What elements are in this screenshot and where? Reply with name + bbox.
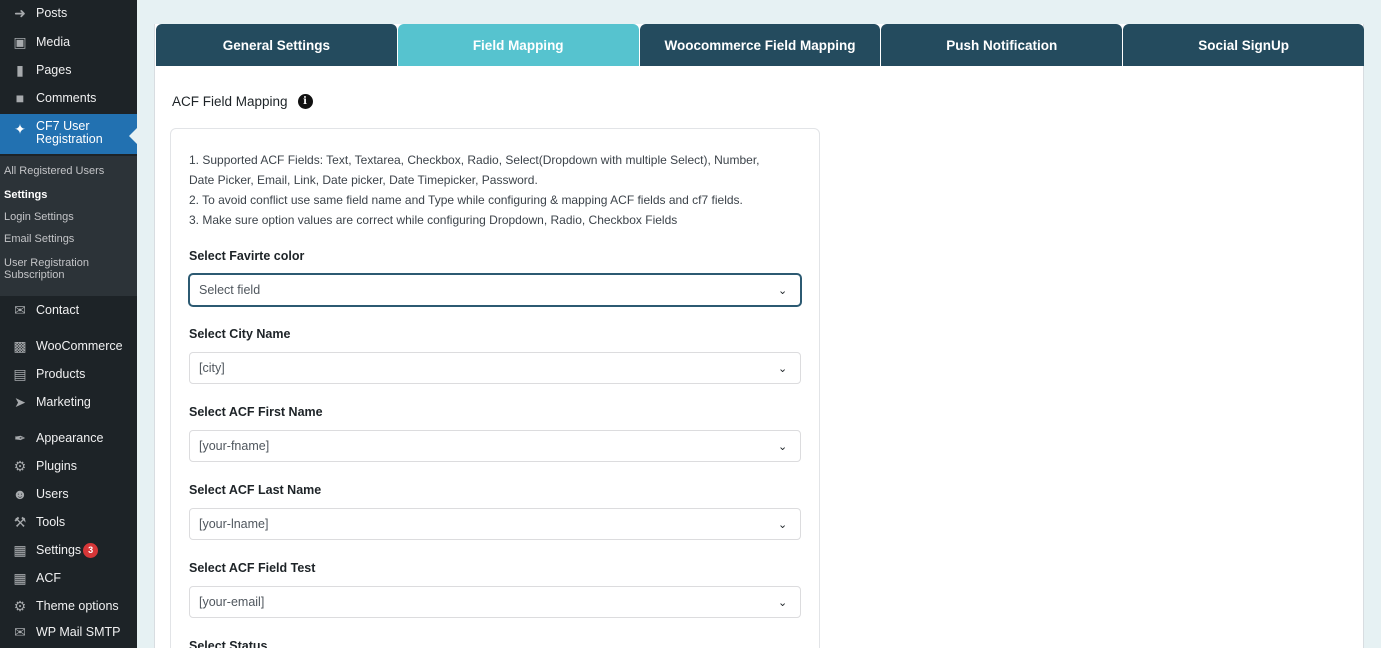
- acf-first-name-select[interactable]: [your-fname] ⌄: [189, 430, 801, 462]
- submenu-subscription-line1: User Registration: [4, 257, 89, 269]
- acf-field-test-select[interactable]: [your-email] ⌄: [189, 586, 801, 618]
- select-value: Select field: [199, 283, 261, 297]
- menu-contact[interactable]: ✉ Contact: [0, 296, 137, 324]
- field-label-acf-first-name: Select ACF First Name: [189, 405, 323, 419]
- wrench-icon: ⚒: [13, 513, 27, 530]
- supported-fields-notes: 1. Supported ACF Fields: Text, Textarea,…: [189, 150, 809, 230]
- info-icon[interactable]: i: [297, 94, 313, 109]
- select-value: [your-lname]: [199, 517, 269, 531]
- submenu-subscription-line2: Subscription: [4, 269, 65, 281]
- note-line: 2. To avoid conflict use same field name…: [189, 193, 743, 207]
- menu-comments[interactable]: ■ Comments: [0, 84, 137, 112]
- field-label-acf-field-test: Select ACF Field Test: [189, 561, 316, 575]
- active-menu-arrow: [129, 128, 137, 144]
- select-value: [city]: [199, 361, 225, 375]
- tab-general-settings[interactable]: General Settings: [156, 24, 397, 66]
- menu-media[interactable]: ▣ Media: [0, 28, 137, 56]
- note-line: 3. Make sure option values are correct w…: [189, 213, 678, 227]
- menu-appearance[interactable]: ✒ Appearance: [0, 424, 137, 452]
- settings-icon: ▦: [13, 541, 27, 558]
- woo-icon: ▩: [13, 337, 27, 354]
- menu-pages[interactable]: ▮ Pages: [0, 56, 137, 84]
- city-name-select[interactable]: [city] ⌄: [189, 352, 801, 384]
- megaphone-icon: ➤: [14, 393, 26, 410]
- brush-icon: ✒: [14, 429, 26, 446]
- submenu-all-registered-users[interactable]: All Registered Users: [4, 165, 104, 177]
- select-value: [your-fname]: [199, 439, 270, 453]
- field-label-favorite-color: Select Favirte color: [189, 249, 305, 263]
- pin-icon: ➜: [14, 4, 26, 21]
- submenu-login-settings[interactable]: Login Settings: [4, 211, 74, 223]
- plug-icon: ⚙: [13, 457, 27, 474]
- menu-posts[interactable]: ➜ Posts: [0, 0, 137, 27]
- menu-cf7-label-line1: CF7 User: [36, 119, 90, 133]
- menu-users[interactable]: ☻ Users: [0, 480, 137, 508]
- cf7-submenu: All Registered Users Settings Login Sett…: [0, 156, 137, 296]
- acf-icon: ▦: [13, 569, 27, 586]
- menu-cf7-user-registration[interactable]: ✦ CF7 User Registration: [0, 114, 137, 154]
- mail-icon: ✉: [14, 301, 26, 318]
- tab-social-signup[interactable]: Social SignUp: [1123, 24, 1364, 66]
- tab-woocommerce-field-mapping[interactable]: Woocommerce Field Mapping: [639, 24, 881, 66]
- field-label-city-name: Select City Name: [189, 327, 291, 341]
- gear-icon: ⚙: [13, 597, 27, 614]
- menu-acf[interactable]: ▦ ACF: [0, 564, 137, 592]
- menu-marketing[interactable]: ➤ Marketing: [0, 388, 137, 416]
- menu-products[interactable]: ▤ Products: [0, 360, 137, 388]
- tab-push-notification[interactable]: Push Notification: [881, 24, 1123, 66]
- menu-tools[interactable]: ⚒ Tools: [0, 508, 137, 536]
- chevron-down-icon: ⌄: [778, 597, 788, 609]
- field-label-status: Select Status: [189, 639, 268, 648]
- menu-cf7-label-line2: Registration: [36, 132, 103, 146]
- note-line: 1. Supported ACF Fields: Text, Textarea,…: [189, 153, 760, 167]
- favorite-color-select[interactable]: Select field ⌄: [189, 274, 801, 306]
- chevron-down-icon: ⌄: [778, 441, 788, 453]
- note-line: Date Picker, Email, Link, Date picker, D…: [189, 173, 538, 187]
- menu-woocommerce[interactable]: ▩ WooCommerce: [0, 332, 137, 360]
- admin-sidebar: ➜ Posts ▣ Media ▮ Pages ■ Comments ✦ CF7…: [0, 0, 137, 648]
- submenu-email-settings[interactable]: Email Settings: [4, 233, 74, 245]
- settings-update-badge: 3: [83, 542, 99, 558]
- smtp-icon: ✉: [14, 623, 26, 640]
- chevron-down-icon: ⌄: [778, 363, 788, 375]
- submenu-settings[interactable]: Settings: [4, 189, 47, 201]
- settings-tabs: General Settings Field Mapping Woocommer…: [156, 24, 1364, 66]
- section-title: ACF Field Mapping i: [172, 94, 313, 109]
- menu-plugins[interactable]: ⚙ Plugins: [0, 452, 137, 480]
- select-value: [your-email]: [199, 595, 265, 609]
- pages-icon: ▮: [16, 61, 24, 78]
- tab-field-mapping[interactable]: Field Mapping: [397, 24, 639, 66]
- user-icon: ☻: [12, 486, 28, 502]
- comment-icon: ■: [15, 90, 25, 106]
- chevron-down-icon: ⌄: [778, 285, 788, 297]
- submenu-user-registration-subscription[interactable]: User Registration Subscription: [4, 257, 89, 281]
- menu-wp-mail-smtp[interactable]: ✉ WP Mail SMTP: [0, 618, 137, 646]
- menu-theme-options[interactable]: ⚙ Theme options: [0, 592, 137, 620]
- media-icon: ▣: [13, 33, 27, 50]
- page-background: [0, 0, 1381, 10]
- archive-icon: ▤: [13, 365, 27, 382]
- field-label-acf-last-name: Select ACF Last Name: [189, 483, 322, 497]
- acf-last-name-select[interactable]: [your-lname] ⌄: [189, 508, 801, 540]
- cf7-icon: ✦: [14, 120, 26, 137]
- menu-settings[interactable]: ▦ Settings 3: [0, 536, 137, 564]
- chevron-down-icon: ⌄: [778, 519, 788, 531]
- section-title-text: ACF Field Mapping: [172, 94, 288, 109]
